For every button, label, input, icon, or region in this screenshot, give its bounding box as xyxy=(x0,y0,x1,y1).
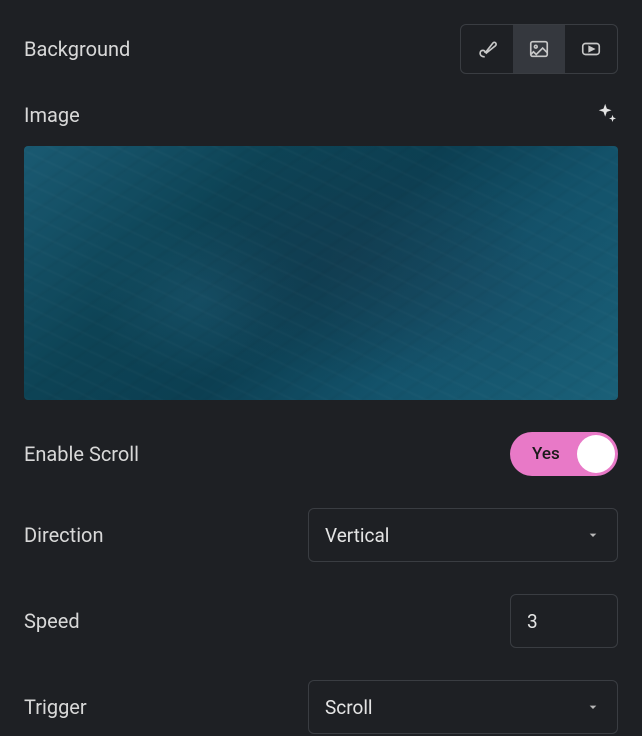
speed-label: Speed xyxy=(24,609,80,633)
enable-scroll-label: Enable Scroll xyxy=(24,442,139,466)
video-icon xyxy=(580,38,602,60)
image-icon xyxy=(528,38,550,60)
background-header: Background xyxy=(24,24,618,74)
direction-select[interactable]: Vertical xyxy=(308,508,618,562)
color-tab[interactable] xyxy=(461,25,513,73)
enable-scroll-toggle[interactable]: Yes xyxy=(510,432,618,476)
brush-icon xyxy=(476,38,498,60)
trigger-select[interactable]: Scroll xyxy=(308,680,618,734)
chevron-down-icon xyxy=(585,527,601,543)
image-section-header: Image xyxy=(24,102,618,128)
background-type-tabs xyxy=(460,24,618,74)
section-title: Background xyxy=(24,37,130,61)
direction-label: Direction xyxy=(24,523,104,547)
image-tab[interactable] xyxy=(513,25,565,73)
toggle-value: Yes xyxy=(532,444,560,464)
image-title: Image xyxy=(24,103,80,127)
direction-row: Direction Vertical xyxy=(24,508,618,562)
sparkle-icon[interactable] xyxy=(596,102,618,128)
trigger-row: Trigger Scroll xyxy=(24,680,618,734)
video-tab[interactable] xyxy=(565,25,617,73)
trigger-label: Trigger xyxy=(24,695,87,719)
enable-scroll-row: Enable Scroll Yes xyxy=(24,432,618,476)
trigger-value: Scroll xyxy=(325,696,373,719)
speed-input[interactable]: 3 xyxy=(510,594,618,648)
image-preview[interactable] xyxy=(24,146,618,400)
chevron-down-icon xyxy=(585,699,601,715)
toggle-knob xyxy=(577,435,615,473)
speed-value: 3 xyxy=(527,610,538,633)
speed-row: Speed 3 xyxy=(24,594,618,648)
direction-value: Vertical xyxy=(325,524,389,547)
